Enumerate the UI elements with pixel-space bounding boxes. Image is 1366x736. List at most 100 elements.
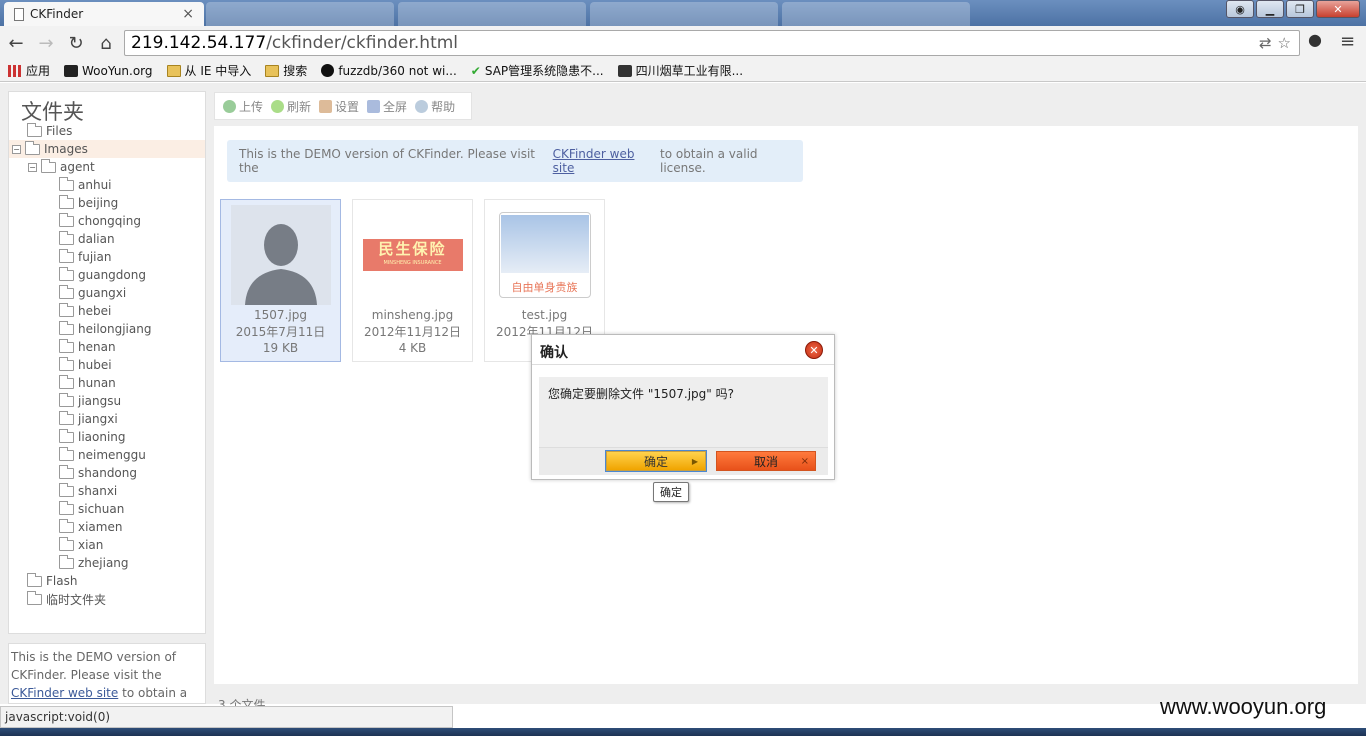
file-name: test.jpg (521, 308, 568, 322)
browser-tab-3[interactable] (398, 2, 586, 26)
folder-label: hunan (78, 376, 116, 390)
folder-item[interactable]: jiangxi (9, 410, 205, 428)
page-icon (14, 7, 24, 21)
folder-icon (59, 302, 74, 317)
file-thumbnail (230, 205, 331, 305)
folder-label: sichuan (78, 502, 125, 516)
browser-tab-4[interactable] (590, 2, 778, 26)
folder-label: guangxi (78, 286, 127, 300)
dialog-close-icon[interactable]: ✕ (805, 341, 823, 359)
address-host: 219.142.54.177 (131, 33, 267, 53)
file-item-1507[interactable]: 1507.jpg 2015年7月11日 19 KB (220, 199, 341, 362)
folder-item[interactable]: xiamen (9, 518, 205, 536)
window-controls: ◉ ▁ ❐ ✕ (1226, 0, 1360, 18)
folder-item[interactable]: beijing (9, 194, 205, 212)
folder-item[interactable]: − Images (9, 140, 205, 158)
folder-label: shandong (78, 466, 137, 480)
folder-label: xian (78, 538, 104, 552)
ckfinder-site-link[interactable]: CKFinder web site (11, 686, 118, 700)
translate-icon[interactable]: ⇄ (1259, 34, 1272, 52)
collapse-toggle-icon[interactable]: − (28, 162, 37, 172)
folder-item[interactable]: hubei (9, 356, 205, 374)
folder-icon (59, 374, 74, 389)
folder-item[interactable]: shandong (9, 464, 205, 482)
back-icon[interactable]: ← (2, 29, 30, 57)
home-icon[interactable]: ⌂ (92, 29, 120, 57)
bookmark-sap[interactable]: ✔ SAP管理系统隐患不... (471, 62, 604, 79)
folder-item[interactable]: jiangsu (9, 392, 205, 410)
bookmark-wooyun[interactable]: WooYun.org (64, 64, 153, 78)
bookmark-search[interactable]: 搜索 (265, 62, 307, 79)
reload-icon[interactable]: ↻ (62, 29, 90, 57)
menu-icon[interactable]: ≡ (1340, 31, 1355, 52)
ckfinder-toolbar: 上传 刷新 设置 全屏 帮助 (214, 92, 472, 120)
bookmark-ie-import[interactable]: 从 IE 中导入 (166, 62, 251, 79)
bookmark-sichuan[interactable]: 四川烟草工业有限... (617, 62, 743, 79)
browser-tab-active[interactable]: CKFinder × (4, 2, 204, 26)
folder-item[interactable]: hunan (9, 374, 205, 392)
folder-item[interactable]: dalian (9, 230, 205, 248)
fullscreen-button[interactable]: 全屏 (367, 98, 407, 115)
folder-item[interactable]: henan (9, 338, 205, 356)
bookmark-star-icon[interactable]: ☆ (1278, 34, 1291, 52)
tab-title: CKFinder (30, 7, 84, 21)
ok-button[interactable]: 确定 ▶ (605, 450, 707, 472)
folder-icon (59, 482, 74, 497)
apps-icon (8, 64, 22, 77)
wrench-icon (319, 99, 333, 113)
file-size: 4 KB (398, 341, 427, 355)
folder-item[interactable]: chongqing (9, 212, 205, 230)
settings-button[interactable]: 设置 (319, 98, 359, 115)
folder-panel-title: 文件夹 (21, 100, 84, 124)
folder-item[interactable]: zhejiang (9, 554, 205, 572)
fullscreen-icon (367, 99, 381, 113)
file-item-minsheng[interactable]: 民生保险 MINSHENG INSURANCE minsheng.jpg 201… (352, 199, 473, 362)
cancel-button[interactable]: 取消 × (716, 451, 816, 471)
folder-icon (59, 320, 74, 335)
help-button[interactable]: 帮助 (415, 98, 455, 115)
folder-item[interactable]: shanxi (9, 482, 205, 500)
folder-icon (59, 392, 74, 407)
minimize-icon[interactable]: ▁ (1256, 0, 1284, 18)
folder-item[interactable]: fujian (9, 248, 205, 266)
folder-item[interactable]: anhui (9, 176, 205, 194)
bookmark-apps[interactable]: 应用 (8, 62, 50, 79)
folder-item[interactable]: liaoning (9, 428, 205, 446)
collapse-toggle-icon[interactable]: − (12, 144, 21, 154)
folder-item[interactable]: guangdong (9, 266, 205, 284)
forward-icon[interactable]: → (32, 29, 60, 57)
folder-icon (25, 140, 40, 155)
folder-item[interactable]: Files (9, 122, 205, 140)
folder-item[interactable]: sichuan (9, 500, 205, 518)
check-icon: ✔ (470, 63, 481, 78)
folder-item[interactable]: 临时文件夹 (9, 590, 205, 608)
browser-status-bar: javascript:void(0) (0, 706, 453, 728)
maximize-icon[interactable]: ❐ (1286, 0, 1314, 18)
folder-item[interactable]: neimenggu (9, 446, 205, 464)
file-thumbnail: 自由单身贵族 (495, 205, 595, 305)
browser-tab-2[interactable] (206, 2, 394, 26)
folder-item[interactable]: − agent (9, 158, 205, 176)
close-tab-icon[interactable]: × (182, 6, 194, 22)
file-size: 19 KB (262, 341, 299, 355)
folder-icon (59, 464, 74, 479)
file-name: 1507.jpg (254, 308, 307, 322)
folder-icon (59, 554, 74, 569)
folder-icon (59, 212, 74, 227)
folder-item[interactable]: heilongjiang (9, 320, 205, 338)
folder-item[interactable]: xian (9, 536, 205, 554)
browser-tab-5[interactable] (782, 2, 970, 26)
cookie-extension-icon[interactable]: ● (1308, 30, 1322, 49)
upload-button[interactable]: 上传 (223, 98, 263, 115)
user-icon[interactable]: ◉ (1226, 0, 1254, 18)
folder-item[interactable]: guangxi (9, 284, 205, 302)
bookmark-fuzzdb[interactable]: fuzzdb/360 not wi... (321, 64, 457, 78)
avatar-placeholder-icon (230, 205, 331, 305)
close-window-icon[interactable]: ✕ (1316, 0, 1360, 18)
folder-item[interactable]: Flash (9, 572, 205, 590)
sidebar-demo-notice: This is the DEMO version of CKFinder. Pl… (8, 643, 206, 704)
address-bar[interactable]: 219.142.54.177/ckfinder/ckfinder.html ⇄ … (124, 30, 1300, 56)
banner-ckfinder-link[interactable]: CKFinder web site (553, 147, 657, 175)
refresh-button[interactable]: 刷新 (271, 98, 311, 115)
folder-item[interactable]: hebei (9, 302, 205, 320)
